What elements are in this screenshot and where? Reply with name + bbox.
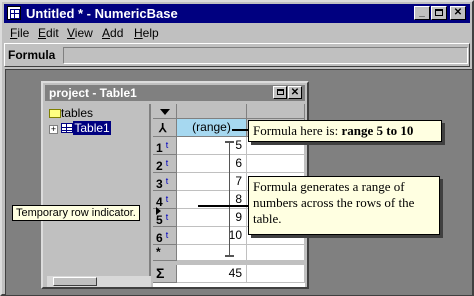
- expand-icon[interactable]: +: [49, 125, 58, 134]
- cell-range-2[interactable]: 6: [177, 155, 247, 173]
- minimize-button[interactable]: _: [414, 6, 430, 20]
- title-bar: Untitled * - NumericBase _ ✕: [4, 4, 470, 23]
- row-indicator-tooltip: Temporary row indicator.: [12, 205, 140, 221]
- temp-row-indicator: t: [165, 176, 169, 186]
- temp-row-indicator: t: [165, 158, 169, 168]
- formula-input[interactable]: [63, 47, 468, 64]
- menu-edit[interactable]: Edit: [38, 26, 59, 40]
- cell-range-1[interactable]: 5: [177, 137, 247, 155]
- tree-node-tables[interactable]: tables: [49, 106, 93, 120]
- tooltip-pointer: [156, 207, 161, 215]
- table-window-title-bar: project - Table1 ✕: [45, 85, 305, 101]
- maximize-button[interactable]: [431, 6, 447, 20]
- cell-empty[interactable]: [247, 245, 305, 261]
- row-header-2[interactable]: 2t: [153, 155, 177, 173]
- tree-node-table1[interactable]: + Table1: [49, 121, 111, 135]
- cell-range-6[interactable]: 10: [177, 227, 247, 245]
- cell-sum: 45: [177, 265, 247, 283]
- cell-empty: [247, 265, 305, 283]
- temp-row-indicator: t: [165, 194, 169, 204]
- sum-row-header: Σ: [153, 265, 177, 283]
- tree-node-label: tables: [61, 106, 94, 120]
- cell-new-row[interactable]: [177, 245, 247, 261]
- menu-bar: File Edit View Add Help: [4, 24, 470, 42]
- maximize-icon: [276, 89, 284, 95]
- temp-row-indicator: t: [165, 212, 169, 222]
- menu-view[interactable]: View: [67, 26, 93, 40]
- scroll-thumb[interactable]: [53, 277, 97, 286]
- tree-pane: tables + Table1: [47, 104, 151, 276]
- temp-row-indicator: t: [165, 140, 169, 150]
- range-callout: Formula generates a range of numbers acr…: [248, 176, 440, 235]
- triangle-down-icon: [160, 109, 170, 115]
- new-row-header[interactable]: *: [153, 245, 177, 261]
- cell-range-5[interactable]: 9: [177, 209, 247, 227]
- table-icon: [61, 123, 74, 133]
- row-header-3[interactable]: 3t: [153, 173, 177, 191]
- minimize-icon: _: [419, 7, 425, 18]
- tree-node-label: Table1: [73, 121, 111, 135]
- cell-range-3[interactable]: 7: [177, 173, 247, 191]
- column-header-blank: [177, 104, 247, 119]
- menu-help[interactable]: Help: [134, 26, 159, 40]
- range-bracket: [229, 142, 230, 256]
- menu-add[interactable]: Add: [102, 26, 123, 40]
- cell-empty[interactable]: [247, 155, 305, 173]
- tree-horizontal-scrollbar[interactable]: [47, 276, 151, 287]
- temp-row-indicator: t: [165, 230, 169, 240]
- table-maximize-button[interactable]: [273, 86, 287, 99]
- range-bracket-top: [225, 141, 234, 143]
- formula-callout-pointer: [232, 129, 248, 131]
- close-icon: ✕: [290, 87, 300, 98]
- range-callout-pointer: [198, 205, 248, 207]
- table-window-title: project - Table1: [49, 86, 137, 100]
- row-header-1[interactable]: 1t: [153, 137, 177, 155]
- column-header-range[interactable]: (range): [177, 119, 247, 137]
- formula-label: Formula: [8, 48, 56, 62]
- formula-bar: Formula: [4, 43, 470, 67]
- close-icon: ✕: [453, 7, 463, 18]
- table-close-button[interactable]: ✕: [288, 86, 302, 99]
- app-icon[interactable]: [7, 6, 21, 20]
- column-header-blank-2: [247, 104, 305, 119]
- maximize-icon: [435, 9, 443, 16]
- formula-callout: Formula here is: range 5 to 10: [248, 120, 442, 142]
- close-button[interactable]: ✕: [450, 6, 466, 20]
- column-menu-button[interactable]: [153, 104, 177, 119]
- range-bracket-bottom: [225, 255, 234, 257]
- row-header-corner[interactable]: ⅄: [153, 119, 177, 137]
- formula-row-icon: ⅄: [159, 121, 167, 135]
- row-header-6[interactable]: 6t: [153, 227, 177, 245]
- window-title: Untitled * - NumericBase: [26, 6, 178, 21]
- folder-icon: [49, 109, 61, 118]
- menu-file[interactable]: File: [10, 26, 29, 40]
